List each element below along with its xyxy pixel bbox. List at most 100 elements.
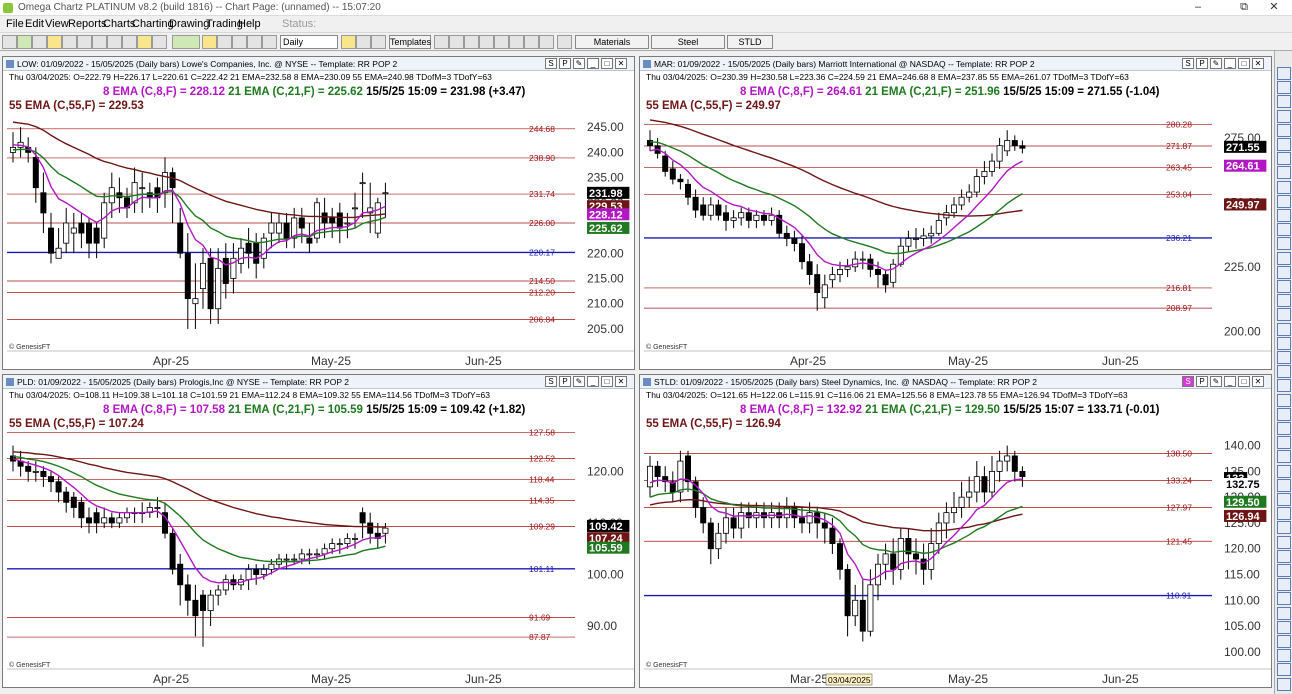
price-chart[interactable]: 138.50133.24127.97121.45110.91140.00135.… [640, 389, 1272, 687]
toolbar-grid-icon[interactable] [92, 35, 107, 49]
toolbar-settings-icon[interactable] [107, 35, 122, 49]
side-tool-19-icon[interactable] [1277, 322, 1291, 336]
side-tool-37-icon[interactable] [1277, 578, 1291, 592]
price-chart[interactable]: 244.68 238.90 231.74 226.00 220.17 214.50 212.… [3, 71, 635, 369]
side-tool-40-icon[interactable] [1277, 620, 1291, 634]
price-chart[interactable]: 127.58 122.52 118.44 114.35 109.29 101.11 91.6… [3, 389, 635, 687]
side-tool-14-icon[interactable] [1277, 251, 1291, 265]
toolbar-tree-icon[interactable] [17, 35, 32, 49]
side-tool-15-icon[interactable] [1277, 265, 1291, 279]
side-tool-16-icon[interactable] [1277, 280, 1291, 293]
side-tool-29-icon[interactable] [1277, 464, 1291, 478]
toolbar-clock-icon[interactable] [232, 35, 247, 49]
chart-area[interactable]: 127.58 122.52 118.44 114.35 109.29 101.11 91.6… [3, 389, 635, 687]
side-tool-13-icon[interactable] [1277, 237, 1291, 251]
side-tool-8-icon[interactable] [1277, 166, 1291, 180]
toolbar-cross-icon[interactable] [524, 35, 539, 49]
edit-icon[interactable]: ✎ [1210, 58, 1222, 69]
close-chart-button[interactable]: ✕ [615, 58, 627, 69]
edit-icon[interactable]: ✎ [573, 58, 585, 69]
close-button[interactable]: ✕ [1256, 0, 1292, 16]
side-tool-2-icon[interactable] [1277, 81, 1291, 95]
side-tool-33-icon[interactable] [1277, 521, 1291, 535]
menu-edit[interactable]: Edit [25, 18, 44, 30]
tab-materials[interactable]: Materials [575, 35, 649, 49]
toolbar-bars-icon[interactable] [356, 35, 371, 49]
side-tool-44-icon[interactable] [1277, 677, 1291, 691]
s-button[interactable]: S [1182, 376, 1194, 387]
side-tool-41-icon[interactable] [1277, 635, 1291, 648]
toolbar-chart-icon[interactable] [32, 35, 47, 49]
edit-icon[interactable]: ✎ [1210, 376, 1222, 387]
toolbar-globe-icon[interactable] [2, 35, 17, 49]
side-tool-4-icon[interactable] [1277, 109, 1291, 123]
side-tool-25-icon[interactable] [1277, 407, 1291, 421]
side-tool-17-icon[interactable] [1277, 294, 1291, 308]
price-chart[interactable]: 280.28 271.87 263.45 253.04 236.21 216.81 208.… [640, 71, 1272, 369]
minimize-chart-button[interactable]: _ [587, 58, 599, 69]
edit-icon[interactable]: ✎ [573, 376, 585, 387]
side-tool-20-icon[interactable] [1277, 336, 1291, 350]
side-tool-11-icon[interactable] [1277, 209, 1291, 222]
toolbar-plus-icon[interactable] [509, 35, 524, 49]
toolbar-tools3-icon[interactable] [464, 35, 479, 49]
toolbar-dash-icon[interactable] [557, 35, 572, 49]
close-chart-button[interactable]: ✕ [1252, 376, 1264, 387]
toolbar-line-icon[interactable] [371, 35, 386, 49]
chart-area[interactable]: 244.68 238.90 231.74 226.00 220.17 214.50 212.… [3, 71, 635, 369]
s-button[interactable]: S [1182, 58, 1194, 69]
minimize-button[interactable]: – [1180, 0, 1216, 16]
side-tool-6-icon[interactable] [1277, 138, 1291, 151]
side-tool-28-icon[interactable] [1277, 450, 1291, 464]
p-button[interactable]: P [559, 58, 571, 69]
side-tool-43-icon[interactable] [1277, 663, 1291, 677]
toolbar-split-icon[interactable] [539, 35, 554, 49]
p-button[interactable]: P [1196, 58, 1208, 69]
maximize-chart-button[interactable]: □ [1238, 376, 1250, 387]
side-tool-26-icon[interactable] [1277, 422, 1291, 435]
toolbar-lock-icon[interactable] [247, 35, 262, 49]
toolbar-folder-icon[interactable] [47, 35, 62, 49]
side-tool-42-icon[interactable] [1277, 649, 1291, 663]
menu-reports[interactable]: Reports [68, 18, 107, 30]
side-tool-9-icon[interactable] [1277, 180, 1291, 194]
side-tool-22-icon[interactable] [1277, 365, 1291, 379]
templates-button[interactable]: Templates [389, 35, 431, 49]
side-tool-7-icon[interactable] [1277, 152, 1291, 166]
menu-charting[interactable]: Charting [132, 18, 174, 30]
toolbar-wand-icon[interactable] [152, 35, 167, 49]
maximize-chart-button[interactable]: □ [601, 58, 613, 69]
side-tool-21-icon[interactable] [1277, 351, 1291, 364]
menu-drawing[interactable]: Drawing [169, 18, 209, 30]
side-tool-1-icon[interactable] [1277, 67, 1291, 80]
close-chart-button[interactable]: ✕ [1252, 58, 1264, 69]
toolbar-print-icon[interactable] [62, 35, 77, 49]
chart-area[interactable]: 280.28 271.87 263.45 253.04 236.21 216.81 208.… [640, 71, 1272, 369]
close-chart-button[interactable]: ✕ [615, 376, 627, 387]
toolbar-circle-icon[interactable] [217, 35, 232, 49]
s-button[interactable]: S [545, 58, 557, 69]
p-button[interactable]: P [559, 376, 571, 387]
maximize-chart-button[interactable]: □ [1238, 58, 1250, 69]
toolbar-arrows-icon[interactable] [172, 35, 200, 49]
chart-area[interactable]: 138.50 133.24 127.97 121.45 110.91 140.00 135.… [640, 389, 1272, 687]
side-tool-36-icon[interactable] [1277, 564, 1291, 577]
side-tool-3-icon[interactable] [1277, 95, 1291, 109]
menu-file[interactable]: File [6, 18, 24, 30]
toolbar-layout-icon[interactable] [122, 35, 137, 49]
side-tool-32-icon[interactable] [1277, 507, 1291, 521]
menu-view[interactable]: View [45, 18, 69, 30]
menu-help[interactable]: Help [238, 18, 261, 30]
tab-steel[interactable]: Steel [651, 35, 725, 49]
side-tool-35-icon[interactable] [1277, 549, 1291, 563]
toolbar-tools2-icon[interactable] [449, 35, 464, 49]
toolbar-printer2-icon[interactable] [262, 35, 277, 49]
side-tool-27-icon[interactable] [1277, 436, 1291, 450]
side-tool-34-icon[interactable] [1277, 535, 1291, 549]
minimize-chart-button[interactable]: _ [587, 376, 599, 387]
side-tool-5-icon[interactable] [1277, 123, 1291, 137]
side-tool-12-icon[interactable] [1277, 223, 1291, 237]
p-button[interactable]: P [1196, 376, 1208, 387]
maximize-chart-button[interactable]: □ [601, 376, 613, 387]
toolbar-pencil-icon[interactable] [137, 35, 152, 49]
